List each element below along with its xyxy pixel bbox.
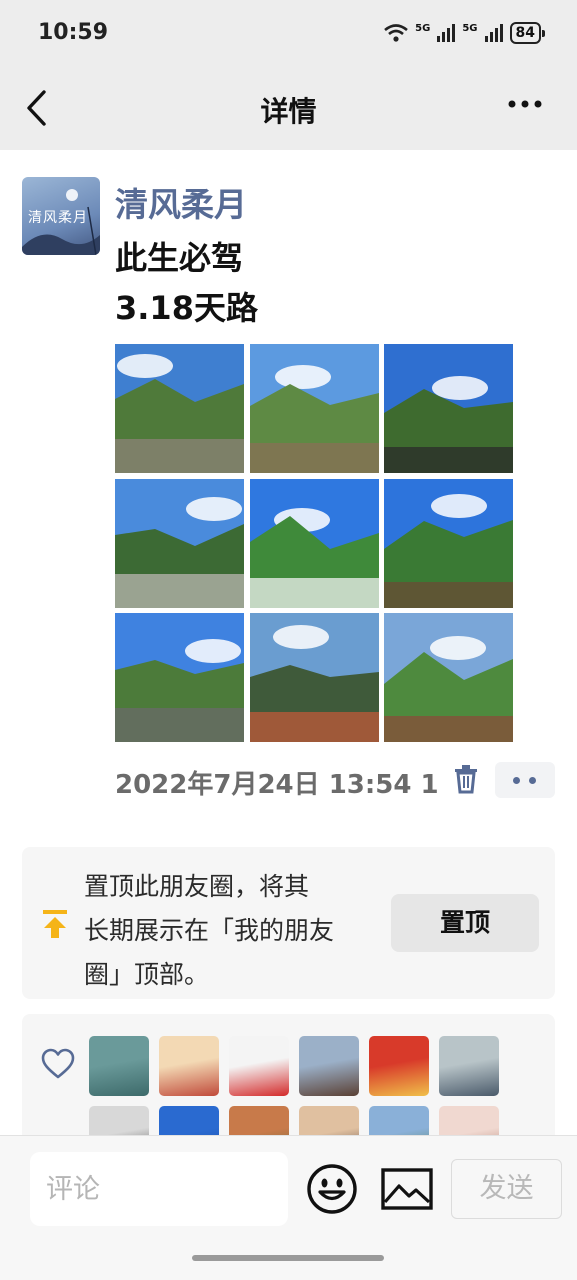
signal-5g-label-2: 5G xyxy=(462,22,478,34)
post-text-line: 3.18天路 xyxy=(115,289,258,327)
heart-icon xyxy=(41,1048,75,1079)
liker-avatar-cherries[interactable] xyxy=(229,1036,289,1096)
pin-top-icon xyxy=(43,910,67,938)
pin-description-line: 圈」顶部。 xyxy=(84,960,210,989)
likes-section xyxy=(22,1014,555,1154)
home-indicator[interactable] xyxy=(192,1255,384,1261)
photo-prayer-flags[interactable] xyxy=(249,478,379,608)
pin-suggestion-card: 置顶此朋友圈，将其 长期展示在「我的朋友 圈」顶部。 置顶 xyxy=(22,847,555,999)
wifi-icon xyxy=(384,24,408,42)
author-name[interactable]: 清风柔月 xyxy=(115,178,247,226)
nav-bar: 详情 xyxy=(0,70,577,150)
liker-avatar-man-outdoor[interactable] xyxy=(439,1036,499,1096)
signal-icon xyxy=(484,24,503,42)
pin-description: 置顶此朋友圈，将其 长期展示在「我的朋友 圈」顶部。 xyxy=(84,865,384,997)
more-dots-icon xyxy=(529,777,536,784)
photo-green-hills[interactable] xyxy=(384,613,513,742)
liker-avatar-cartoon-girl[interactable] xyxy=(159,1036,219,1096)
photo-grid xyxy=(115,344,513,742)
photo-mountain-rocks[interactable] xyxy=(115,344,244,473)
liker-avatar-horse-art[interactable] xyxy=(369,1036,429,1096)
post-text-line: 此生必驾 xyxy=(115,239,244,277)
more-dots-icon xyxy=(513,777,520,784)
image-icon[interactable] xyxy=(381,1168,433,1210)
photo-valley-village[interactable] xyxy=(249,344,379,473)
liker-avatar-woman-lake[interactable] xyxy=(299,1036,359,1096)
photo-monument-person[interactable] xyxy=(249,613,379,742)
status-time: 10:59 xyxy=(38,20,109,45)
photo-river-valley[interactable] xyxy=(115,478,244,608)
liker-avatar-lake[interactable] xyxy=(89,1036,149,1096)
post-more-button[interactable] xyxy=(495,762,555,798)
emoji-smile-icon[interactable] xyxy=(306,1163,358,1215)
author-avatar[interactable]: 清风柔月 xyxy=(22,177,100,255)
pin-button[interactable]: 置顶 xyxy=(391,894,539,952)
signal-5g-label-1: 5G xyxy=(415,22,431,34)
status-icons: 5G 5G 84 xyxy=(383,22,546,44)
battery-indicator: 84 xyxy=(509,22,546,44)
photo-cloudy-road[interactable] xyxy=(115,613,244,742)
status-bar: 10:59 5G 5G 84 xyxy=(0,0,577,70)
trash-icon[interactable] xyxy=(452,764,480,794)
photo-road-traffic[interactable] xyxy=(384,344,513,473)
comment-input[interactable] xyxy=(30,1152,288,1226)
page-title: 详情 xyxy=(260,95,317,128)
send-button[interactable]: 发送 xyxy=(451,1159,562,1219)
avatar-caption: 清风柔月 xyxy=(28,210,88,226)
signal-icon xyxy=(437,24,456,42)
pin-description-line: 置顶此朋友圈，将其 xyxy=(84,872,310,901)
post-timestamp: 2022年7月24日 13:54 1 xyxy=(115,770,439,800)
more-dots-icon[interactable] xyxy=(507,98,543,110)
pin-description-line: 长期展示在「我的朋友 xyxy=(84,916,335,945)
photo-wooden-pavilion[interactable] xyxy=(384,478,513,608)
